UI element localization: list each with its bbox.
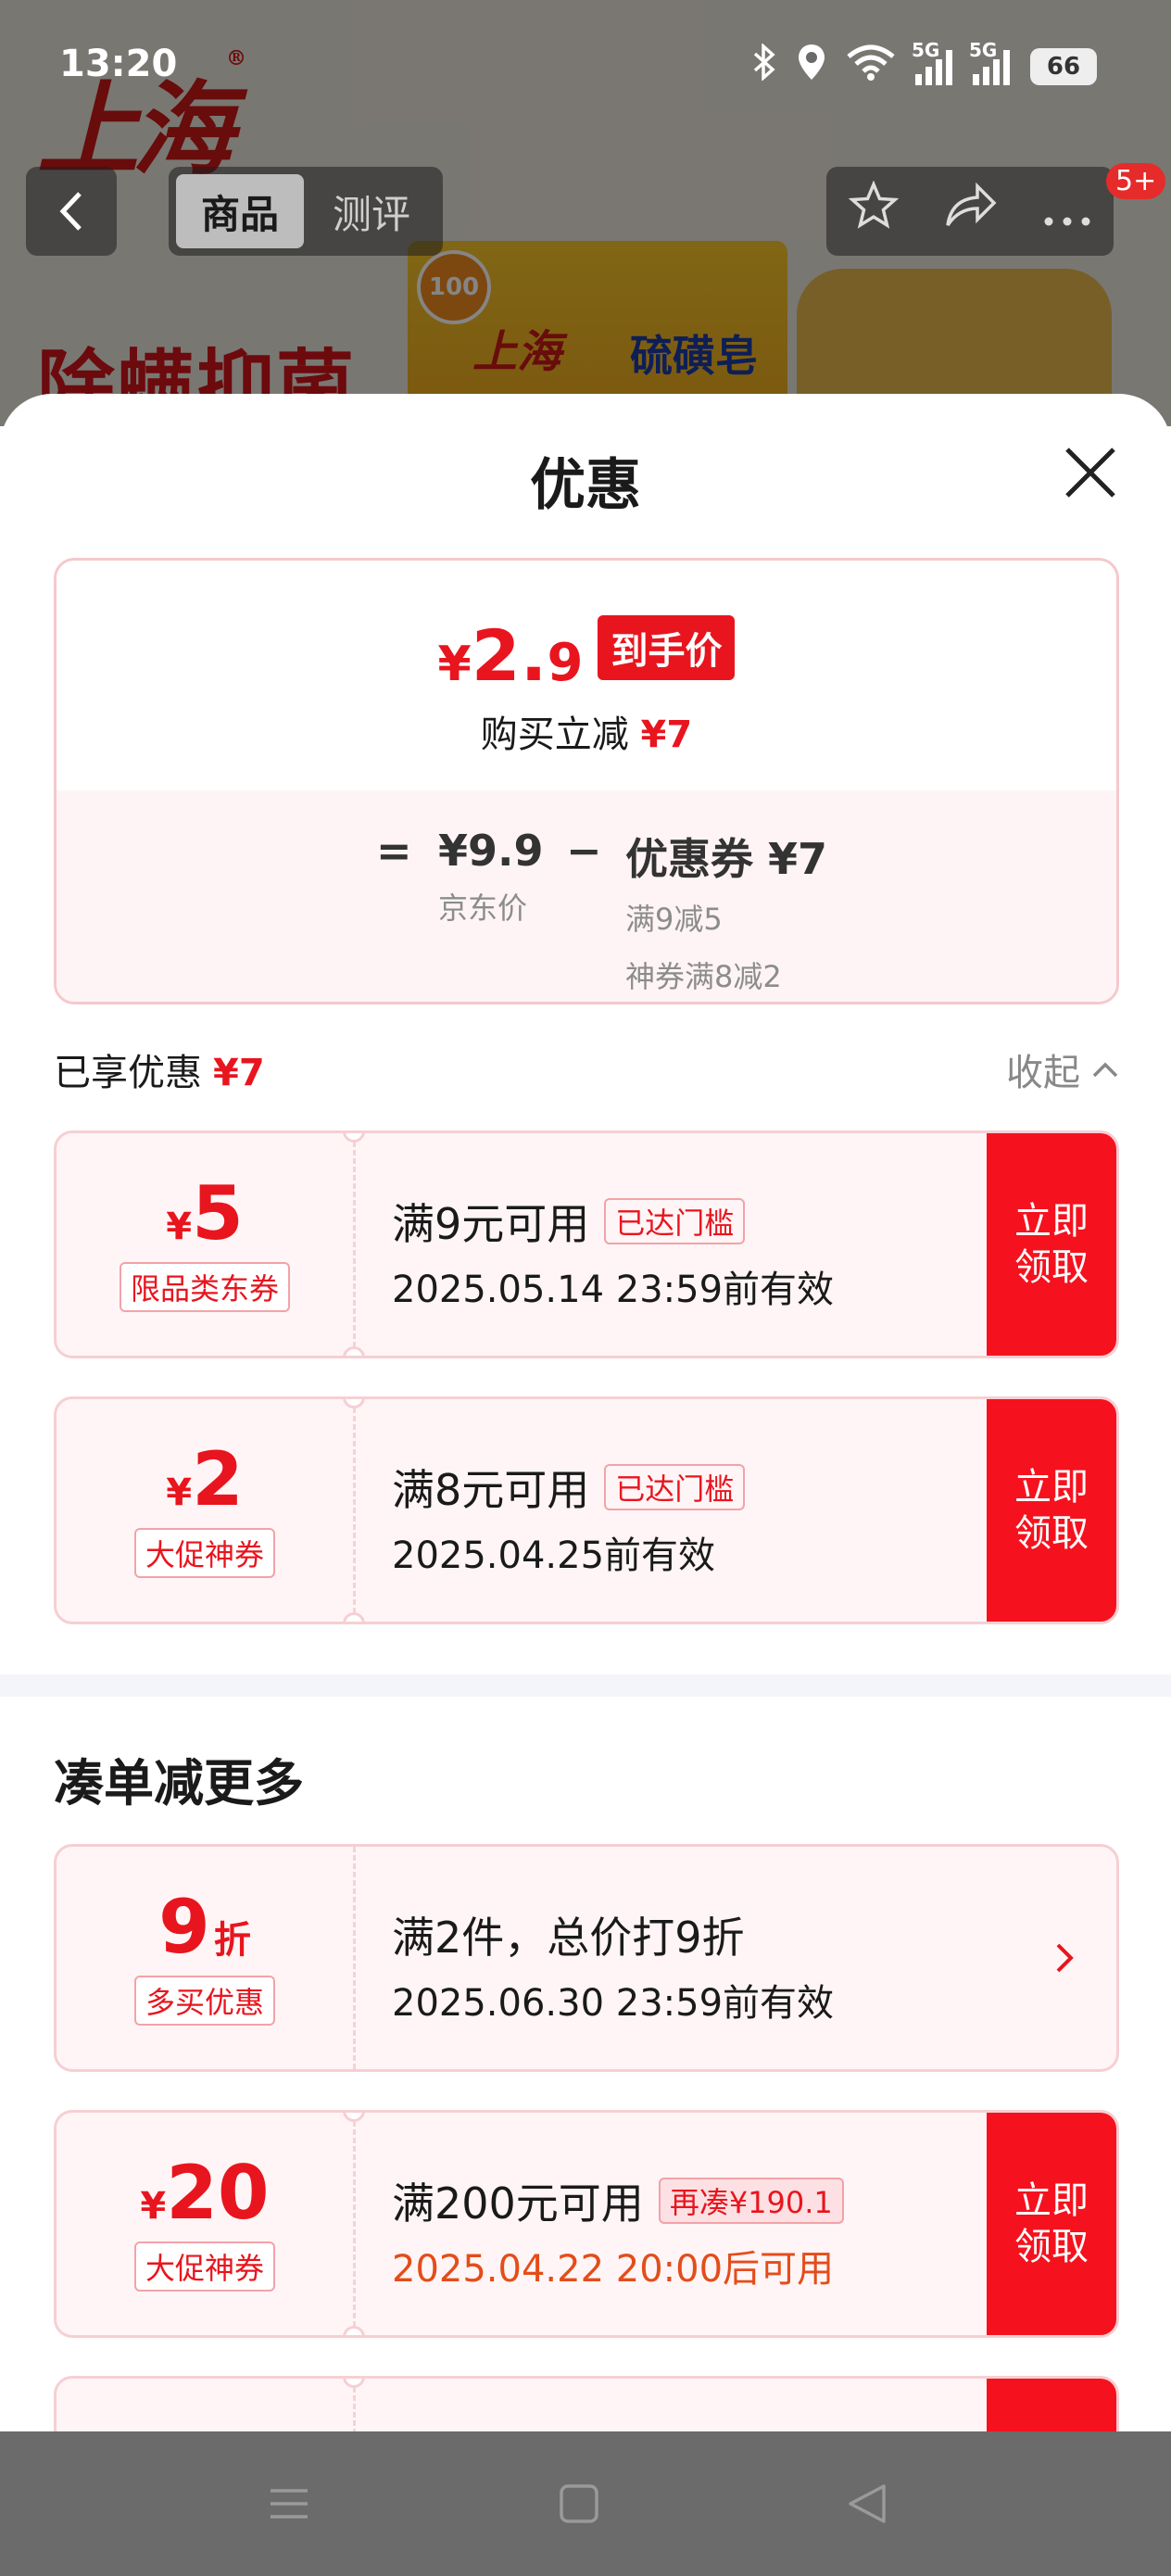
claim-button[interactable]: 立即 领取 bbox=[987, 1133, 1116, 1356]
coupon-detail-2: 神券满8减2 bbox=[625, 959, 782, 994]
coupon-validity: 2025.04.22 20:00后可用 bbox=[392, 2248, 835, 2291]
share-icon[interactable] bbox=[944, 182, 998, 241]
coupon-type: 大促神券 bbox=[133, 1528, 275, 1578]
home-button[interactable] bbox=[523, 2431, 635, 2576]
final-price: ¥2. 9 bbox=[437, 614, 584, 697]
product-actions bbox=[826, 167, 1114, 256]
battery-icon: 66 bbox=[1030, 47, 1097, 85]
more-icon[interactable] bbox=[1043, 183, 1091, 239]
coupon-amount: ¥5 bbox=[166, 1170, 244, 1256]
threshold-tag: 已达门槛 bbox=[604, 1464, 746, 1510]
claim-button[interactable] bbox=[987, 2379, 1116, 2432]
chevron-left-icon bbox=[59, 192, 82, 231]
wifi-icon bbox=[847, 44, 895, 89]
price-formula: = ¥9.9 京东价 − 优惠券 ¥7 满9减5 神券满8减2 bbox=[57, 790, 1116, 1002]
coupon-condition: 满8元可用 bbox=[392, 1465, 590, 1515]
coupon-card: ¥20 大促神券 满200元可用 再凑¥190.1 2025.04.22 20:0… bbox=[54, 2110, 1119, 2338]
offer-type: 多买优惠 bbox=[133, 1976, 275, 2026]
enjoyed-discount-row: 已享优惠 ¥7 收起 bbox=[54, 1042, 1119, 1098]
cellular-signal-icon: 5G bbox=[912, 39, 952, 85]
coupon-card-partial bbox=[54, 2376, 1119, 2432]
coupon-condition: 满200元可用 bbox=[392, 2178, 644, 2229]
product-tabs: 商品 测评 bbox=[169, 167, 443, 256]
coupon-condition: 满9元可用 bbox=[392, 1199, 590, 1249]
coupon-detail-1: 满9减5 bbox=[625, 902, 723, 937]
status-time: 13:20 bbox=[59, 43, 178, 85]
coupon-divider bbox=[353, 1133, 356, 1356]
menu-button[interactable] bbox=[233, 2431, 345, 2576]
offer-discount: 9折 bbox=[158, 1884, 251, 1970]
tab-review[interactable]: 测评 bbox=[308, 174, 435, 248]
coupon-divider bbox=[353, 1847, 356, 2069]
offer-condition: 满2件，总价打9折 bbox=[392, 1913, 745, 1963]
coupon-validity: 2025.05.14 23:59前有效 bbox=[392, 1269, 835, 1311]
coupon-type: 限品类东券 bbox=[119, 1262, 290, 1312]
enjoyed-label: 已享优惠 ¥7 bbox=[54, 1052, 265, 1094]
back-triangle-icon bbox=[849, 2484, 886, 2523]
jd-price-label: 京东价 bbox=[438, 890, 528, 926]
menu-icon bbox=[271, 2489, 308, 2519]
cellular-signal-icon-2: 5G bbox=[969, 39, 1010, 85]
sheet-title: 优惠 bbox=[530, 453, 641, 518]
coupon-total: 优惠券 ¥7 bbox=[625, 834, 828, 884]
coupon-amount: ¥2 bbox=[166, 1436, 244, 1522]
claim-button[interactable]: 立即 领取 bbox=[987, 2113, 1116, 2335]
coupon-divider bbox=[353, 1399, 356, 1622]
coupon-type: 大促神券 bbox=[133, 2241, 275, 2292]
jd-price: ¥9.9 bbox=[438, 826, 544, 876]
chevron-up-icon bbox=[1092, 1062, 1118, 1078]
section-divider bbox=[0, 1674, 1171, 1697]
close-icon bbox=[1065, 448, 1115, 498]
enjoyed-amount: ¥7 bbox=[213, 1052, 265, 1094]
location-icon bbox=[797, 43, 826, 90]
threshold-tag: 已达门槛 bbox=[604, 1198, 746, 1244]
bluetooth-icon bbox=[752, 43, 776, 89]
cart-badge: 5+ bbox=[1106, 163, 1166, 199]
offer-validity: 2025.06.30 23:59前有效 bbox=[392, 1982, 835, 2025]
back-nav-button[interactable] bbox=[812, 2431, 923, 2576]
formula-minus: − bbox=[566, 826, 602, 876]
back-button[interactable] bbox=[26, 167, 117, 256]
discount-sheet: 优惠 ¥2. 9 到手价 购买立减 ¥7 = ¥9.9 京东价 − 优惠券 ¥7… bbox=[0, 394, 1171, 2432]
multi-buy-offer[interactable]: 9折 多买优惠 满2件，总价打9折 2025.06.30 23:59前有效 bbox=[54, 1844, 1119, 2072]
coupon-divider bbox=[353, 2113, 356, 2335]
star-icon[interactable] bbox=[848, 179, 900, 243]
top-up-tag: 再凑¥190.1 bbox=[658, 2178, 844, 2224]
reduction-line: 购买立减 ¥7 bbox=[480, 713, 693, 756]
collapse-button[interactable]: 收起 bbox=[1006, 1042, 1119, 1096]
close-button[interactable] bbox=[1058, 440, 1123, 505]
system-navigation-bar bbox=[0, 2431, 1171, 2576]
claim-button[interactable]: 立即 领取 bbox=[987, 1399, 1116, 1622]
coupon-validity: 2025.04.25前有效 bbox=[392, 1534, 716, 1577]
status-bar: 13:20 5G 5G 66 bbox=[0, 0, 1171, 139]
status-icons: 5G 5G 66 bbox=[752, 39, 1097, 90]
home-icon bbox=[560, 2484, 598, 2523]
more-section-title: 凑单减更多 bbox=[54, 1754, 304, 1812]
final-price-tag: 到手价 bbox=[598, 615, 736, 680]
chevron-right-icon bbox=[1053, 1847, 1076, 2069]
coupon-card: ¥5 限品类东券 满9元可用 已达门槛 2025.05.14 23:59前有效 立… bbox=[54, 1130, 1119, 1358]
reduction-amount: ¥7 bbox=[640, 713, 693, 756]
coupon-card: ¥2 大促神券 满8元可用 已达门槛 2025.04.25前有效 立即 领取 bbox=[54, 1396, 1119, 1624]
formula-equals: = bbox=[376, 826, 412, 876]
tab-product[interactable]: 商品 bbox=[176, 174, 304, 248]
price-summary-card: ¥2. 9 到手价 购买立减 ¥7 = ¥9.9 京东价 − 优惠券 ¥7 满9… bbox=[54, 558, 1119, 1004]
coupon-amount: ¥20 bbox=[140, 2150, 270, 2236]
